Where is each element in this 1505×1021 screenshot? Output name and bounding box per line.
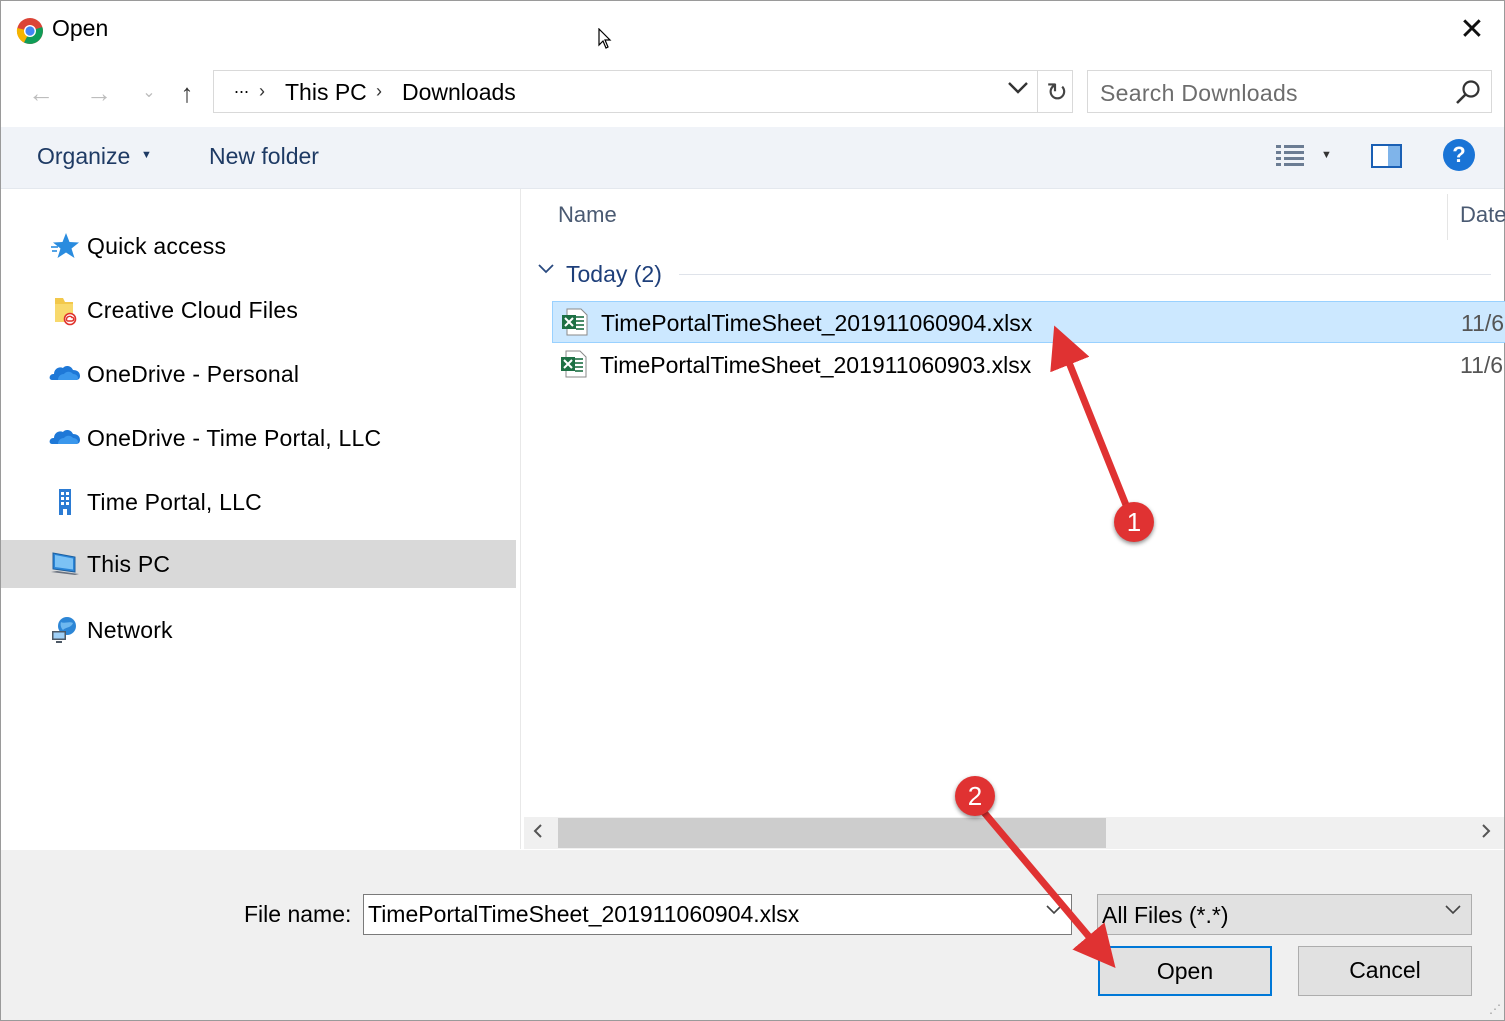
breadcrumb-this-pc[interactable]: This PC: [285, 79, 367, 106]
group-header-today[interactable]: Today (2): [566, 261, 662, 288]
breadcrumb-overflow[interactable]: ...: [234, 77, 249, 98]
excel-file-icon: [562, 308, 588, 336]
onedrive-icon: [49, 429, 80, 444]
sidebar-item-quick-access[interactable]: Quick access: [1, 222, 516, 270]
breadcrumb-downloads[interactable]: Downloads: [402, 79, 516, 106]
mouse-cursor-icon: [598, 28, 612, 49]
sidebar-item-onedrive-personal[interactable]: OneDrive - Personal: [1, 350, 516, 398]
address-bar[interactable]: ... › This PC › Downloads: [213, 70, 1073, 113]
search-input[interactable]: Search Downloads: [1087, 70, 1492, 113]
refresh-button[interactable]: ↻: [1041, 73, 1073, 111]
footer-panel: File name: All Files (*.*) Open Cancel ⋰: [1, 850, 1504, 1020]
sidebar-item-network[interactable]: Network: [1, 606, 516, 654]
file-name: TimePortalTimeSheet_201911060903.xlsx: [600, 352, 1032, 378]
sidebar-item-creative-cloud-files[interactable]: Creative Cloud Files: [1, 286, 516, 334]
sidebar-item-label: Quick access: [87, 233, 227, 259]
column-header-name[interactable]: Name: [558, 202, 617, 228]
organize-button[interactable]: Organize: [37, 143, 130, 170]
chrome-icon: [16, 18, 43, 44]
pane-splitter[interactable]: [520, 189, 521, 849]
scrollbar-thumb[interactable]: [558, 818, 1106, 848]
file-name: TimePortalTimeSheet_201911060904.xlsx: [601, 310, 1033, 336]
chevron-down-icon[interactable]: [1444, 904, 1462, 916]
network-icon: [52, 617, 76, 643]
file-row[interactable]: TimePortalTimeSheet_201911060903.xlsx 11…: [552, 344, 1505, 386]
scroll-right-icon[interactable]: [1480, 821, 1492, 841]
title-bar: Open ✕: [1, 1, 1504, 61]
window-title: Open: [52, 15, 109, 41]
sidebar-item-this-pc[interactable]: This PC: [1, 540, 516, 588]
sidebar-item-label: Network: [87, 617, 173, 643]
onedrive-icon: [49, 365, 80, 380]
search-icon[interactable]: [1454, 78, 1482, 106]
navigation-pane: Quick access Creative Cloud Files OneDri…: [1, 189, 520, 849]
step-badge-1: 1: [1114, 502, 1154, 542]
new-folder-button[interactable]: New folder: [209, 143, 319, 170]
divider: [1037, 71, 1038, 113]
creative-cloud-folder-icon: [55, 298, 77, 326]
sidebar-item-label: OneDrive - Personal: [87, 361, 300, 387]
star-icon: [51, 233, 79, 258]
back-button[interactable]: ←: [23, 73, 59, 113]
sidebar-item-label: This PC: [87, 551, 171, 577]
file-type-value: All Files (*.*): [1102, 902, 1229, 928]
scroll-left-icon[interactable]: [532, 821, 544, 841]
search-placeholder: Search Downloads: [1100, 80, 1298, 106]
column-header-date[interactable]: Date: [1460, 202, 1505, 228]
view-options-dropdown[interactable]: ▼: [1321, 149, 1332, 161]
sidebar-item-onedrive-time-portal[interactable]: OneDrive - Time Portal, LLC: [1, 414, 516, 462]
preview-pane-icon[interactable]: [1371, 143, 1403, 169]
sidebar-item-label: Time Portal, LLC: [87, 489, 262, 515]
horizontal-scrollbar[interactable]: [524, 817, 1504, 849]
sidebar-item-label: Creative Cloud Files: [87, 297, 299, 323]
help-button[interactable]: ?: [1443, 139, 1475, 171]
group-count: (2): [633, 261, 662, 287]
breadcrumb-separator[interactable]: ›: [376, 81, 382, 102]
forward-button[interactable]: →: [81, 73, 117, 113]
open-button[interactable]: Open: [1098, 946, 1272, 996]
column-divider[interactable]: [1447, 194, 1448, 240]
file-name-label: File name:: [244, 901, 352, 927]
open-dialog: Open ✕ ← → ⌄ ↑ ... › This PC › Downloads…: [0, 0, 1505, 1021]
cancel-button[interactable]: Cancel: [1298, 946, 1472, 996]
command-bar: Organize ▼ New folder ▼ ?: [1, 127, 1504, 189]
sidebar-item-label: OneDrive - Time Portal, LLC: [87, 425, 382, 451]
file-type-select[interactable]: All Files (*.*): [1097, 894, 1472, 935]
close-button[interactable]: ✕: [1453, 11, 1491, 49]
file-name-input[interactable]: [363, 894, 1072, 935]
step-badge-2: 2: [955, 776, 995, 816]
file-date: 11/6: [1461, 310, 1505, 336]
details-view-icon[interactable]: [1275, 143, 1305, 169]
chevron-down-icon[interactable]: [537, 263, 555, 275]
building-icon: [59, 489, 71, 515]
sidebar-item-time-portal-llc[interactable]: Time Portal, LLC: [1, 478, 516, 526]
computer-icon: [51, 552, 79, 575]
resize-grip-icon[interactable]: ⋰: [1489, 1002, 1501, 1016]
caret-down-icon[interactable]: ▼: [141, 149, 152, 161]
chevron-down-icon[interactable]: [1007, 81, 1029, 95]
recent-locations-button[interactable]: ⌄: [131, 73, 167, 113]
chevron-down-icon[interactable]: [1045, 904, 1063, 916]
breadcrumb-separator[interactable]: ›: [259, 81, 265, 102]
file-row[interactable]: TimePortalTimeSheet_201911060904.xlsx 11…: [552, 301, 1505, 343]
excel-file-icon: [561, 350, 587, 378]
group-divider: [679, 274, 1491, 275]
up-button[interactable]: ↑: [169, 73, 205, 113]
file-date: 11/6: [1460, 352, 1504, 378]
group-label: Today: [566, 261, 628, 287]
